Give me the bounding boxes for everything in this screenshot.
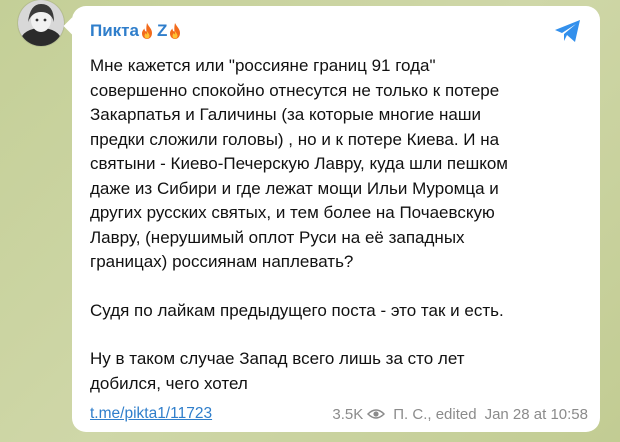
view-count: 3.5K [332, 405, 364, 423]
fire-icon [141, 23, 152, 39]
text-line: святыни - Киево-Печерскую Лавру, куда шл… [90, 154, 508, 173]
text-line: предки сложили головы) , но и к потере К… [90, 129, 500, 149]
channel-flag-letter: Z [156, 21, 168, 40]
message-text: Мне кажется или "россияне границ 91 года… [90, 54, 586, 396]
timestamp: Jan 28 at 10:58 [484, 405, 588, 423]
channel-name-text: Пикта [90, 21, 139, 40]
text-line: Закарпатья и Галичины (за которые многие… [90, 105, 481, 124]
eye-icon [367, 409, 386, 419]
text-line: добился, чего хотел [90, 373, 248, 393]
text-line: совершенно спокойно отнесутся не только … [90, 80, 500, 100]
message-header: Пикта Z [90, 18, 586, 44]
share-arrow-icon [555, 20, 580, 42]
message-paragraph-2: Судя по лайкам предыдущего поста - это т… [90, 299, 586, 324]
post-link[interactable]: t.me/pikta1/11723 [90, 405, 212, 423]
message-footer: t.me/pikta1/11723 3.5K П. С., edited Jan… [90, 405, 588, 423]
message-paragraph-1: Мне кажется или "россияне границ 91 года… [90, 54, 586, 275]
text-line: Судя по лайкам предыдущего поста - это т… [90, 300, 504, 320]
text-line: даже из Сибири и где лежат мощи Ильи Мур… [90, 178, 499, 198]
fire-icon [170, 23, 181, 39]
text-line: границах) россиянам наплевать? [90, 252, 354, 271]
message-bubble: Пикта Z Мне кажется или "россияне границ… [72, 6, 600, 432]
author-edited: П. С., edited [393, 405, 477, 423]
channel-name[interactable]: Пикта Z [90, 21, 183, 41]
channel-avatar[interactable] [18, 0, 64, 46]
message-meta: 3.5K П. С., edited Jan 28 at 10:58 [332, 406, 588, 423]
text-line: Мне кажется или "россияне границ 91 года… [90, 56, 436, 75]
text-line: других русских святых, и тем более на По… [90, 203, 495, 222]
text-line: Ну в таком случае Запад всего лишь за ст… [90, 349, 465, 368]
text-line: Лавру, (нерушимый оплот Руси на её запад… [90, 227, 465, 247]
share-button[interactable] [550, 16, 586, 46]
message-paragraph-3: Ну в таком случае Запад всего лишь за ст… [90, 347, 586, 396]
